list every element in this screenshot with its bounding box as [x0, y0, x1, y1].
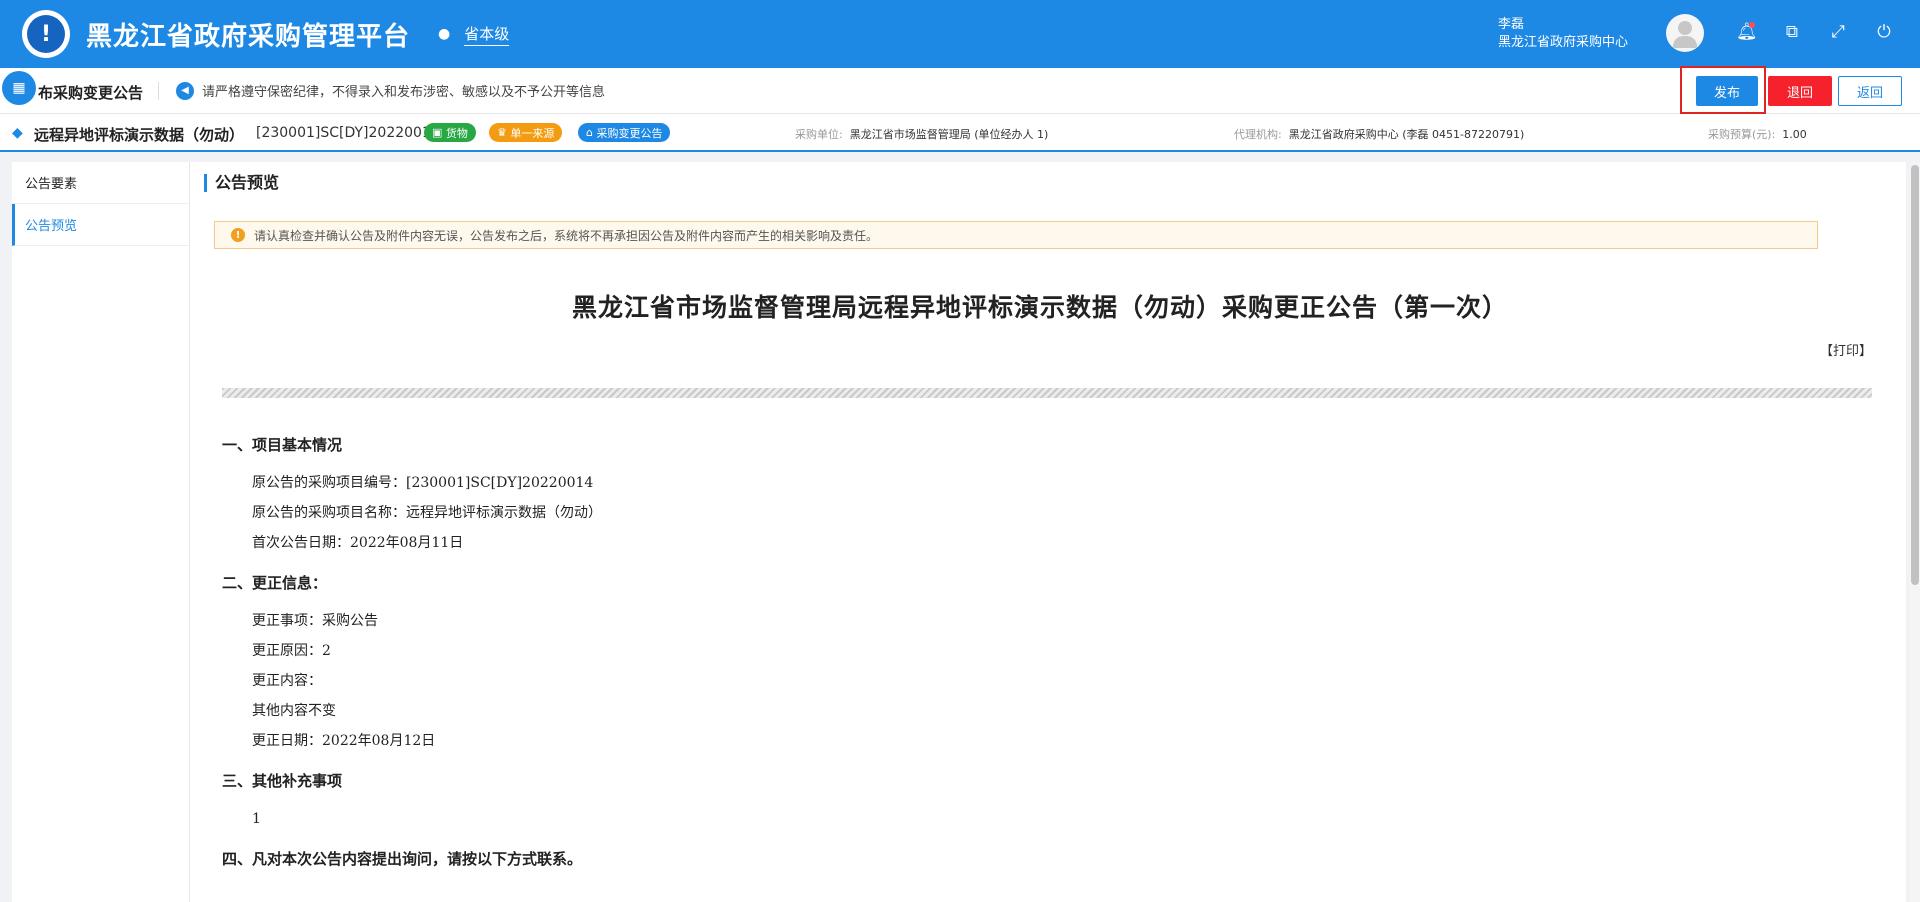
- sidebar-item-elements[interactable]: 公告要素: [12, 162, 189, 204]
- section-heading: 二、更正信息：: [222, 574, 328, 592]
- screen-lock-icon[interactable]: ⧉: [1782, 22, 1802, 42]
- region-label[interactable]: 省本级: [464, 23, 510, 46]
- project-info-bar: ◆ 远程异地评标演示数据（勿动） [230001]SC[DY]20220014 …: [0, 114, 1920, 152]
- location-pin-icon: ●: [438, 26, 451, 42]
- user-name: 李磊: [1497, 17, 1524, 32]
- power-icon[interactable]: ⏻: [1874, 22, 1894, 42]
- user-org: 黑龙江省政府采购中心: [1497, 35, 1628, 50]
- app-title: 黑龙江省政府采购管理平台: [86, 21, 411, 52]
- section-heading: 四、凡对本次公告内容提出询问，请按以下方式联系。: [222, 850, 583, 868]
- body-line: 其他内容不变: [252, 703, 336, 719]
- body-line: 更正事项：采购公告: [252, 613, 378, 629]
- project-name: 远程异地评标演示数据（勿动）: [34, 126, 245, 144]
- speaker-icon: ◀: [176, 81, 194, 100]
- region-selector[interactable]: ● 省本级: [438, 23, 510, 46]
- page-title: 布采购变更公告: [38, 84, 144, 102]
- tag-goods: ▣ 货物: [424, 123, 476, 142]
- agency: 代理机构: 黑龙江省政府采购中心 (李磊 0451-87220791): [1234, 128, 1525, 141]
- body-line: 首次公告日期：2022年08月11日: [252, 535, 464, 551]
- emblem-logo: !: [22, 10, 70, 58]
- body-line: 更正日期：2022年08月12日: [252, 733, 436, 749]
- back-button[interactable]: 返回: [1838, 76, 1902, 106]
- user-info[interactable]: 李磊 黑龙江省政府采购中心: [1498, 16, 1628, 52]
- publish-highlight-box: [1680, 66, 1766, 114]
- tag-change-notice: ⌂ 采购变更公告: [578, 123, 671, 142]
- bell-icon[interactable]: 🔔︎: [1736, 22, 1758, 42]
- divider: [158, 82, 159, 100]
- section-title: 公告预览: [204, 174, 279, 192]
- purchasing-unit: 采购单位: 黑龙江省市场监督管理局 (单位经办人 1): [795, 128, 1049, 141]
- warning-icon: !: [231, 228, 245, 242]
- body-line: 原公告的采购项目名称：远程异地评标演示数据（勿动）: [252, 505, 602, 521]
- warning-banner: ! 请认真检查并确认公告及附件内容无误，公告发布之后，系统将不再承担因公告及附件…: [214, 221, 1818, 249]
- print-link[interactable]: 【打印】: [1820, 340, 1872, 359]
- sidebar-item-preview[interactable]: 公告预览: [12, 204, 189, 246]
- sidebar: 公告要素 公告预览: [12, 162, 190, 902]
- section-heading: 一、项目基本情况: [222, 436, 343, 454]
- body-line: 更正内容：: [252, 673, 322, 689]
- confidentiality-notice: ◀ 请严格遵守保密纪律，不得录入和发布涉密、敏感以及不予公开等信息: [176, 81, 605, 100]
- tag-single-source: ♛ 单一来源: [489, 123, 563, 142]
- preview-panel: 公告预览 ! 请认真检查并确认公告及附件内容无误，公告发布之后，系统将不再承担因…: [190, 162, 1906, 902]
- document-body: 一、项目基本情况 原公告的采购项目编号：[230001]SC[DY]202200…: [222, 434, 602, 872]
- notice-text: 请严格遵守保密纪律，不得录入和发布涉密、敏感以及不予公开等信息: [202, 85, 606, 100]
- page-toolbar: ▦ 布采购变更公告 ◀ 请严格遵守保密纪律，不得录入和发布涉密、敏感以及不予公开…: [0, 68, 1920, 114]
- avatar[interactable]: [1666, 14, 1704, 52]
- app-grid-icon[interactable]: ▦: [2, 71, 36, 105]
- scrollbar-thumb[interactable]: [1911, 165, 1919, 585]
- reject-button[interactable]: 退回: [1768, 76, 1832, 106]
- header-actions: 🔔︎ ⧉ ⤢ ⏻: [1736, 22, 1894, 42]
- section-heading: 三、其他补充事项: [222, 772, 343, 790]
- warning-text: 请认真检查并确认公告及附件内容无误，公告发布之后，系统将不再承担因公告及附件内容…: [254, 228, 879, 243]
- fullscreen-icon[interactable]: ⤢: [1828, 22, 1848, 42]
- body-line: 更正原因：2: [252, 643, 331, 659]
- budget: 采购预算(元): 1.00: [1708, 128, 1807, 141]
- project-code: [230001]SC[DY]20220014: [256, 125, 440, 141]
- body-line: 原公告的采购项目编号：[230001]SC[DY]20220014: [252, 475, 594, 491]
- layers-icon: ◆: [12, 125, 23, 141]
- body-line: 1: [252, 811, 261, 827]
- hatched-divider: [222, 388, 1872, 398]
- document-title: 黑龙江省市场监督管理局远程异地评标演示数据（勿动）采购更正公告（第一次）: [571, 293, 1508, 322]
- top-header: ! 黑龙江省政府采购管理平台 ● 省本级 李磊 黑龙江省政府采购中心 🔔︎ ⧉ …: [0, 0, 1920, 68]
